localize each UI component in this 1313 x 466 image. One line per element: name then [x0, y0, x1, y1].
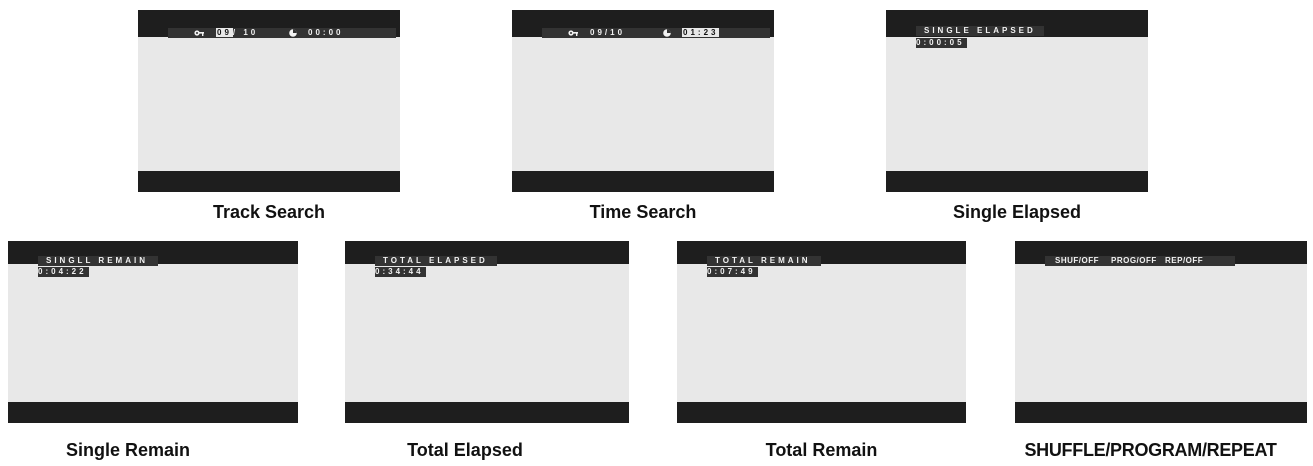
screen-area [138, 37, 400, 171]
osd-time: 0:00:05 [916, 38, 967, 48]
program-status: PROG/OFF [1111, 256, 1157, 265]
track-search-panel: 09/ 10 00:00 [138, 10, 400, 192]
time-highlight: 01:23 [682, 28, 720, 37]
caption-single-remain: Single Remain [65, 440, 191, 460]
screen-area [677, 264, 966, 402]
track-readout: 09/ 10 [216, 28, 258, 38]
osd-time: 0:07:49 [707, 267, 758, 277]
track-readout: 09/10 [590, 28, 626, 37]
track-current-highlight: 09 [216, 28, 233, 37]
total-elapsed-panel: TOTAL ELAPSED 0:34:44 [345, 241, 629, 423]
osd-label: SINGLL REMAIN [46, 256, 148, 265]
clock-pie-icon [663, 29, 671, 37]
screen-area [8, 264, 298, 402]
time-readout: 01:23 [682, 28, 720, 38]
caption-total-elapsed: Total Elapsed [407, 440, 523, 460]
caption-single-elapsed: Single Elapsed [952, 202, 1082, 222]
total-remain-panel: TOTAL REMAIN 0:07:49 [677, 241, 966, 423]
osd-time: 0:04:22 [38, 267, 89, 277]
osd-time: 0:34:44 [375, 267, 426, 277]
track-total: / 10 [232, 28, 259, 37]
key-icon [568, 30, 578, 36]
shuffle-status: SHUF/OFF [1055, 256, 1099, 265]
screen-area [886, 37, 1148, 171]
time-readout: 00:00 [308, 28, 344, 37]
shuffle-program-repeat-panel: SHUF/OFF PROG/OFF REP/OFF [1015, 241, 1307, 423]
osd-label: TOTAL REMAIN [715, 256, 811, 265]
repeat-status: REP/OFF [1165, 256, 1204, 265]
key-icon [194, 30, 204, 36]
clock-pie-icon [289, 29, 297, 37]
caption-shuffle-program-repeat: SHUFFLE/PROGRAM/REPEAT [1024, 440, 1277, 460]
screen-area [512, 37, 774, 171]
screen-area [345, 264, 629, 402]
osd-label: SINGLE ELAPSED [924, 26, 1036, 35]
osd-label: TOTAL ELAPSED [383, 256, 488, 265]
caption-time-search: Time Search [589, 202, 697, 222]
screen-area [1015, 264, 1307, 402]
caption-total-remain: Total Remain [765, 440, 878, 460]
time-search-panel: 09/10 01:23 [512, 10, 774, 192]
single-elapsed-panel: SINGLE ELAPSED 0:00:05 [886, 10, 1148, 192]
single-remain-panel: SINGLL REMAIN 0:04:22 [8, 241, 298, 423]
caption-track-search: Track Search [212, 202, 326, 222]
